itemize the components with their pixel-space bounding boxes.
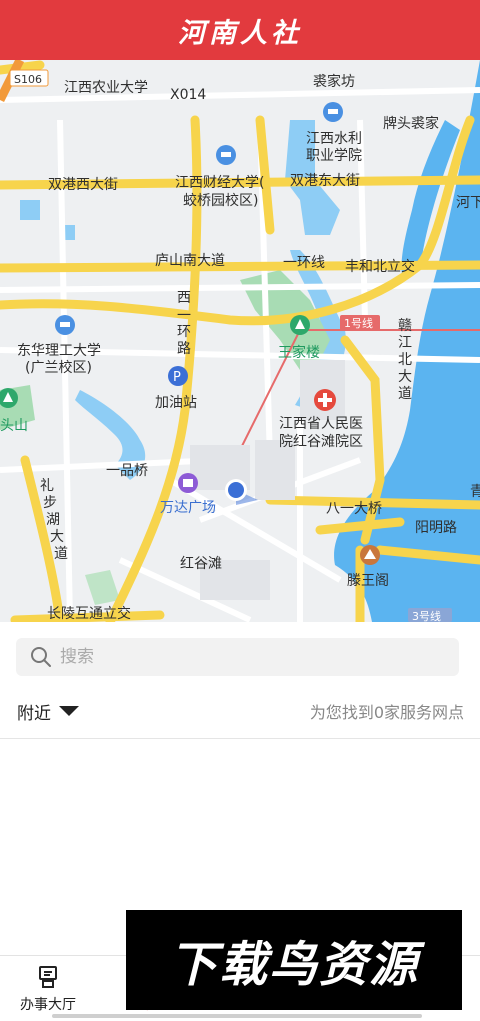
university-pin-icon[interactable] bbox=[216, 145, 236, 165]
watermark-text: 下载鸟资源 bbox=[168, 937, 419, 993]
university-pin-icon[interactable] bbox=[323, 102, 343, 122]
map-label: 牌头裘家 bbox=[383, 115, 439, 132]
ponds bbox=[20, 200, 75, 240]
search-input[interactable] bbox=[60, 647, 420, 667]
map-view[interactable]: P S106 1号线 3号线 江西农业大学 裘家坊 X014 牌头裘家 江西水利… bbox=[0, 60, 480, 622]
map-label: 江西财经大学( bbox=[175, 175, 264, 191]
app-title: 河南人社 bbox=[178, 17, 302, 49]
map-label: 双港西大街 bbox=[48, 177, 118, 193]
map-label: 江 bbox=[398, 335, 412, 351]
caret-down-icon bbox=[59, 706, 79, 716]
office-terminal-icon bbox=[39, 965, 57, 988]
map-canvas[interactable]: P S106 1号线 3号线 江西农业大学 裘家坊 X014 牌头裘家 江西水利… bbox=[0, 60, 480, 622]
map-label: 万达广场 bbox=[160, 500, 216, 516]
map-label: 八一大桥 bbox=[326, 501, 382, 517]
map-label: (广兰校区) bbox=[25, 359, 92, 376]
map-label: 红谷滩 bbox=[180, 556, 222, 572]
park-south bbox=[85, 570, 120, 605]
result-count-text: 为您找到0家服务网点 bbox=[309, 703, 464, 722]
map-label: 北 bbox=[398, 352, 412, 368]
map-label: 江西农业大学 bbox=[64, 80, 148, 96]
svg-text:P: P bbox=[173, 370, 181, 385]
shopping-pin-icon[interactable] bbox=[178, 473, 198, 493]
map-label: 庐山南大道 bbox=[155, 253, 225, 269]
map-label: 道 bbox=[54, 546, 68, 562]
watermark-banner: 下载鸟资源 bbox=[126, 910, 462, 1010]
map-label: 头山 bbox=[0, 418, 28, 434]
map-label: 双港东大街 bbox=[290, 173, 360, 189]
map-label: 大 bbox=[398, 369, 412, 385]
map-label: 一品桥 bbox=[106, 463, 148, 479]
map-label: 赣 bbox=[398, 318, 412, 334]
map-label: 王家楼 bbox=[278, 344, 320, 361]
map-label: 路 bbox=[177, 341, 191, 357]
map-label: X014 bbox=[170, 87, 206, 103]
map-label: 礼 bbox=[40, 478, 54, 494]
search-bar[interactable] bbox=[16, 638, 459, 676]
map-label: 一 bbox=[177, 308, 191, 324]
map-label: 加油站 bbox=[155, 395, 197, 411]
app-header: 河南人社 bbox=[0, 0, 480, 60]
map-label: 职业学院 bbox=[306, 148, 362, 164]
map-label: 道 bbox=[398, 386, 412, 402]
map-label: 步 bbox=[43, 495, 57, 511]
map-label: 阳明路 bbox=[415, 520, 457, 536]
map-label: 长陵互通立交 bbox=[47, 605, 131, 622]
nearby-dropdown[interactable]: 附近 bbox=[17, 699, 79, 724]
tab-label: 办事大厅 bbox=[20, 996, 76, 1013]
map-label: 河下 bbox=[456, 195, 480, 211]
hospital-pin-icon[interactable] bbox=[314, 389, 336, 411]
map-label: 湖 bbox=[46, 512, 60, 528]
map-label: 江西省人民医 bbox=[279, 416, 363, 432]
university-pin-icon[interactable] bbox=[55, 315, 75, 335]
gas-station-pin-icon[interactable]: P bbox=[168, 366, 188, 386]
map-label: 院红谷滩院区 bbox=[279, 434, 363, 450]
current-location-icon bbox=[225, 479, 258, 505]
map-label: 东华理工大学 bbox=[17, 343, 101, 359]
map-label: 丰和北立交 bbox=[345, 258, 415, 275]
nearby-label: 附近 bbox=[17, 703, 51, 724]
line3-label: 3号线 bbox=[412, 609, 441, 622]
map-label: 大 bbox=[50, 529, 64, 545]
line1-label: 1号线 bbox=[344, 316, 373, 330]
map-label: 江西水利 bbox=[306, 131, 362, 147]
home-indicator bbox=[52, 1014, 422, 1018]
landmark-pin-icon[interactable] bbox=[360, 545, 380, 565]
tab-office-hall[interactable]: 办事大厅 bbox=[0, 956, 96, 1021]
search-icon bbox=[31, 647, 51, 667]
map-label: 一环线 bbox=[283, 255, 325, 271]
map-label: 滕王阁 bbox=[347, 573, 389, 589]
map-label: 蛟桥园校区) bbox=[183, 192, 258, 209]
filter-row: 附近 为您找到0家服务网点 bbox=[0, 684, 480, 739]
s106-label: S106 bbox=[14, 73, 42, 86]
map-label: 环 bbox=[177, 324, 191, 340]
map-label: 青 bbox=[470, 484, 480, 500]
park-pin-icon[interactable] bbox=[290, 315, 310, 335]
map-label: 裘家坊 bbox=[313, 73, 355, 90]
map-label: 西 bbox=[177, 290, 191, 306]
